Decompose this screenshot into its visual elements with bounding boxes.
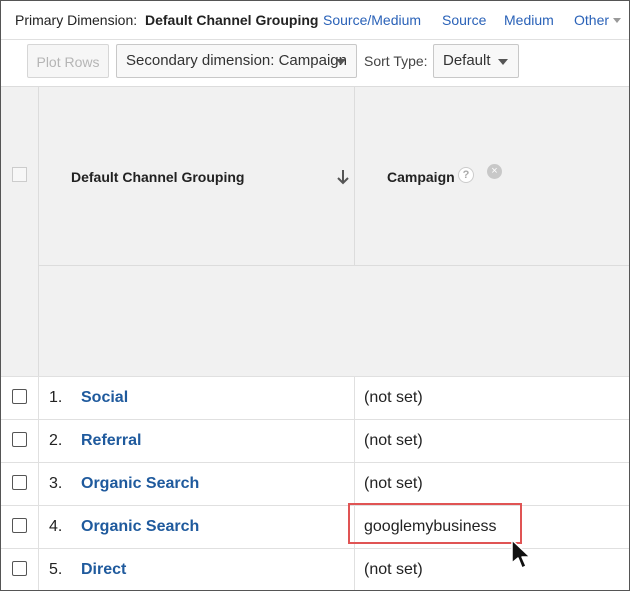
select-all-checkbox[interactable] (12, 167, 27, 182)
secondary-dimension-value: Secondary dimension: Campaign (126, 52, 347, 69)
row-number: 5. (49, 561, 63, 578)
column-divider (38, 549, 39, 590)
campaign-value: (not set) (364, 475, 423, 492)
header-select-column (1, 87, 39, 377)
dimension-link-source-medium[interactable]: Source/Medium (323, 12, 421, 28)
primary-dimension-label: Primary Dimension: (15, 12, 138, 28)
secondary-dimension-select[interactable]: Secondary dimension: Campaign (116, 44, 357, 78)
column-header-channel[interactable]: Default Channel Grouping (39, 87, 355, 266)
column-divider (38, 463, 39, 506)
chevron-down-icon (498, 59, 508, 65)
channel-link[interactable]: Social (81, 389, 128, 407)
channel-link[interactable]: Direct (81, 561, 126, 579)
sort-type-value: Default (443, 52, 491, 69)
column-title-channel: Default Channel Grouping (71, 169, 245, 185)
dimension-link-medium[interactable]: Medium (504, 12, 554, 28)
row-checkbox[interactable] (12, 432, 27, 447)
row-checkbox[interactable] (12, 389, 27, 404)
dimension-other-dropdown[interactable]: Other (574, 12, 622, 28)
help-icon[interactable]: ? (458, 167, 474, 183)
row-checkbox[interactable] (12, 518, 27, 533)
dimension-link-source[interactable]: Source (442, 12, 486, 28)
table-row: 1. Social (not set) (1, 376, 629, 420)
mouse-pointer-icon (511, 539, 531, 569)
column-divider (354, 420, 355, 463)
sort-type-label: Sort Type: (364, 53, 428, 69)
row-number: 1. (49, 389, 63, 406)
row-checkbox[interactable] (12, 561, 27, 576)
column-header-campaign[interactable]: Campaign ? × (355, 87, 629, 266)
column-divider (354, 549, 355, 590)
table-row: 4. Organic Search googlemybusiness (1, 505, 629, 549)
column-divider (38, 377, 39, 420)
column-divider (38, 506, 39, 549)
row-number: 4. (49, 518, 63, 535)
table-row: 3. Organic Search (not set) (1, 462, 629, 506)
remove-icon[interactable]: × (487, 164, 502, 179)
row-number: 3. (49, 475, 63, 492)
dimension-other-label: Other (574, 12, 610, 28)
highlight-box (348, 503, 522, 544)
plot-rows-button[interactable]: Plot Rows (27, 44, 109, 78)
table-row: 2. Referral (not set) (1, 419, 629, 463)
table-header: Default Channel Grouping Campaign ? × (1, 86, 629, 377)
primary-dimension-active: Default Channel Grouping (145, 12, 319, 28)
primary-dimension-bar: Primary Dimension: Default Channel Group… (1, 1, 629, 40)
channel-link[interactable]: Referral (81, 432, 141, 450)
sort-type-select[interactable]: Default (433, 44, 519, 78)
channel-link[interactable]: Organic Search (81, 475, 199, 493)
row-checkbox[interactable] (12, 475, 27, 490)
column-divider (354, 463, 355, 506)
sort-down-arrow-icon (337, 170, 349, 185)
report-panel: Primary Dimension: Default Channel Group… (0, 0, 630, 591)
column-title-campaign: Campaign (387, 169, 455, 185)
column-divider (354, 377, 355, 420)
chevron-down-icon (613, 18, 622, 23)
campaign-value: (not set) (364, 561, 423, 578)
table-row: 5. Direct (not set) (1, 548, 629, 590)
channel-link[interactable]: Organic Search (81, 518, 199, 536)
chevron-down-icon (336, 59, 346, 65)
column-divider (38, 420, 39, 463)
row-number: 2. (49, 432, 63, 449)
campaign-value: (not set) (364, 432, 423, 449)
campaign-value: (not set) (364, 389, 423, 406)
table-toolbar: Plot Rows Secondary dimension: Campaign … (1, 40, 629, 86)
